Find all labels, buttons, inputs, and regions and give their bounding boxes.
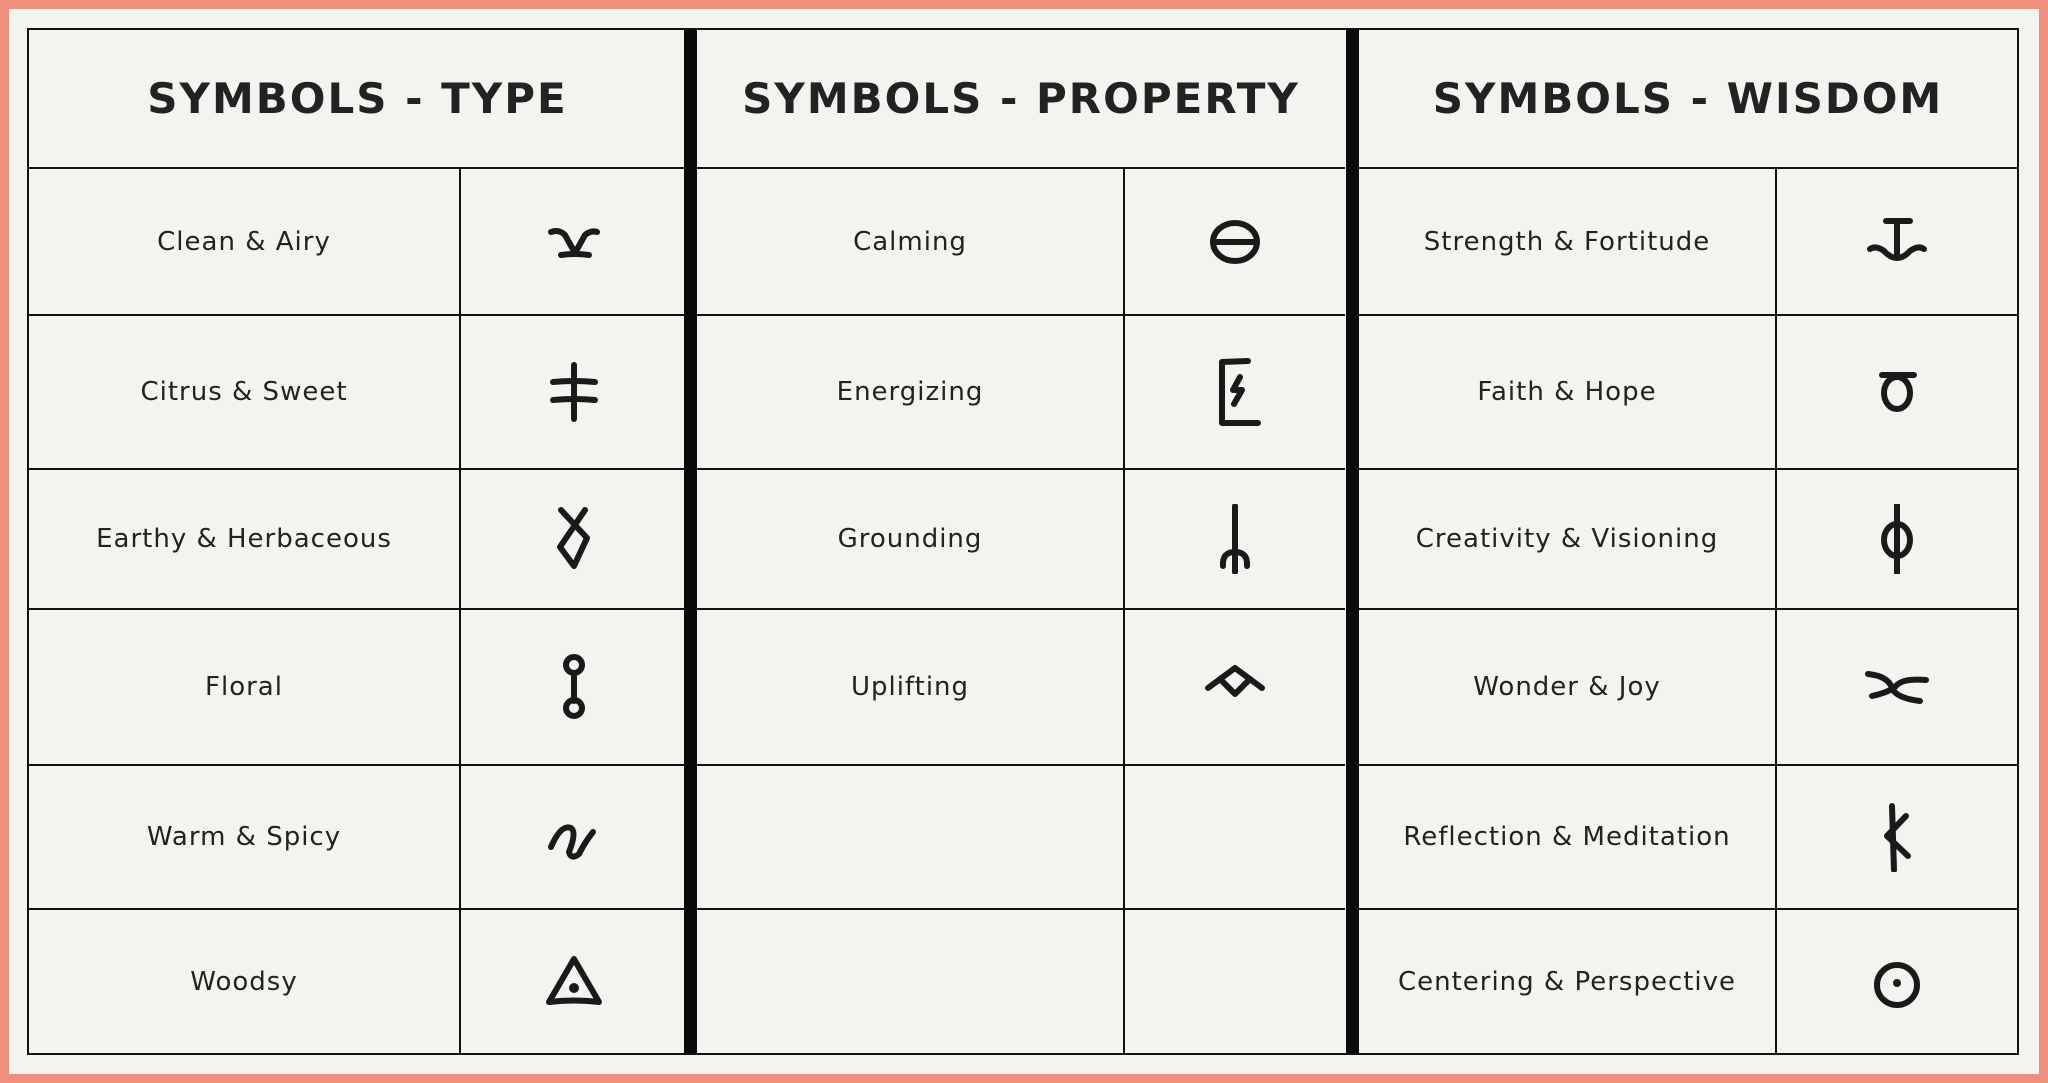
table-row: Warm & Spicy bbox=[29, 766, 686, 910]
theta-circle-icon bbox=[1125, 169, 1345, 314]
bracket-lightning-icon bbox=[1125, 316, 1345, 468]
table-row: Clean & Airy bbox=[29, 169, 686, 316]
table-row: Grounding bbox=[697, 470, 1345, 610]
row-label: Warm & Spicy bbox=[29, 766, 461, 908]
row-label bbox=[697, 910, 1125, 1053]
table-row: Strength & Fortitude bbox=[1359, 169, 2017, 316]
table-row: Creativity & Visioning bbox=[1359, 470, 2017, 610]
symbols-table: SYMBOLS - TYPE Clean & Airy Citrus & Swe… bbox=[27, 28, 2019, 1055]
empty-symbol-cell bbox=[1125, 910, 1345, 1053]
row-label: Wonder & Joy bbox=[1359, 610, 1777, 764]
row-label: Earthy & Herbaceous bbox=[29, 470, 461, 608]
capped-circle-icon bbox=[1777, 316, 2017, 468]
table-row: Uplifting bbox=[697, 610, 1345, 766]
wave-icon bbox=[461, 766, 686, 908]
phi-icon bbox=[1777, 470, 2017, 608]
row-label: Strength & Fortitude bbox=[1359, 169, 1777, 314]
row-label: Uplifting bbox=[697, 610, 1125, 764]
row-label: Clean & Airy bbox=[29, 169, 461, 314]
table-row: Calming bbox=[697, 169, 1345, 316]
section-wisdom: SYMBOLS - WISDOM Strength & Fortitude Fa… bbox=[1359, 30, 2017, 1053]
row-label: Citrus & Sweet bbox=[29, 316, 461, 468]
section-title: SYMBOLS - WISDOM bbox=[1359, 30, 2017, 169]
row-label: Calming bbox=[697, 169, 1125, 314]
table-row: Citrus & Sweet bbox=[29, 316, 686, 470]
table-row: Faith & Hope bbox=[1359, 316, 2017, 470]
circled-dot-icon bbox=[1777, 910, 2017, 1053]
anchor-icon bbox=[1777, 169, 2017, 314]
table-row: Wonder & Joy bbox=[1359, 610, 2017, 766]
root-trident-icon bbox=[1125, 470, 1345, 608]
linked-circles-icon bbox=[461, 610, 686, 764]
section-divider bbox=[1346, 30, 1359, 1053]
row-label: Centering & Perspective bbox=[1359, 910, 1777, 1053]
row-label: Faith & Hope bbox=[1359, 316, 1777, 468]
row-label: Woodsy bbox=[29, 910, 461, 1053]
section-type: SYMBOLS - TYPE Clean & Airy Citrus & Swe… bbox=[29, 30, 686, 1053]
branch-icon bbox=[1777, 766, 2017, 908]
section-title: SYMBOLS - TYPE bbox=[29, 30, 686, 169]
section-divider bbox=[684, 30, 697, 1053]
section-title: SYMBOLS - PROPERTY bbox=[697, 30, 1345, 169]
double-cross-icon bbox=[461, 316, 686, 468]
table-row bbox=[697, 766, 1345, 910]
table-row: Earthy & Herbaceous bbox=[29, 470, 686, 610]
table-row: Energizing bbox=[697, 316, 1345, 470]
row-label: Floral bbox=[29, 610, 461, 764]
row-label: Creativity & Visioning bbox=[1359, 470, 1777, 608]
crossed-diamond-icon bbox=[461, 470, 686, 608]
table-row: Floral bbox=[29, 610, 686, 766]
row-label bbox=[697, 766, 1125, 908]
empty-symbol-cell bbox=[1125, 766, 1345, 908]
table-row: Woodsy bbox=[29, 910, 686, 1053]
row-label: Grounding bbox=[697, 470, 1125, 608]
winged-diamond-icon bbox=[1125, 610, 1345, 764]
row-label: Reflection & Meditation bbox=[1359, 766, 1777, 908]
row-label: Energizing bbox=[697, 316, 1125, 468]
table-row: Reflection & Meditation bbox=[1359, 766, 2017, 910]
crossing-curves-icon bbox=[1777, 610, 2017, 764]
forked-v-icon bbox=[461, 169, 686, 314]
table-row: Centering & Perspective bbox=[1359, 910, 2017, 1053]
dotted-triangle-icon bbox=[461, 910, 686, 1053]
table-row bbox=[697, 910, 1345, 1053]
section-property: SYMBOLS - PROPERTY Calming Energizing Gr… bbox=[697, 30, 1345, 1053]
